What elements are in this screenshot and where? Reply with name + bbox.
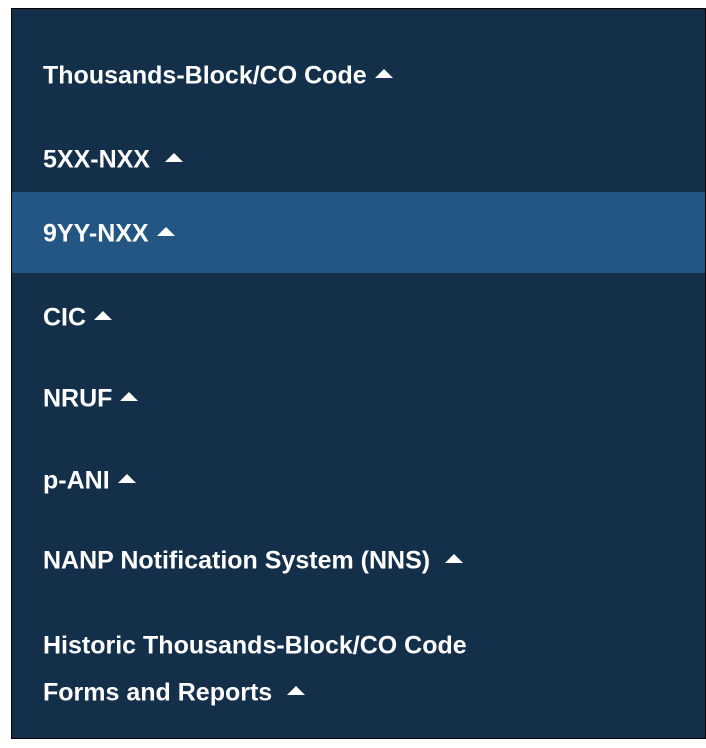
menu-item-cic[interactable]: CIC xyxy=(12,301,705,332)
caret-up-icon xyxy=(164,152,183,162)
menu-item-historic-forms[interactable]: Historic Thousands-Block/CO Code Forms a… xyxy=(12,621,705,716)
caret-up-icon xyxy=(374,68,393,78)
menu-item-label-line2: Forms and Reports xyxy=(43,678,273,707)
caret-up-icon xyxy=(287,686,306,696)
menu-item-label: 5XX-NXX xyxy=(43,145,150,174)
caret-up-icon xyxy=(120,391,139,401)
menu-item-9yy-nxx[interactable]: 9YY-NXX xyxy=(12,192,705,273)
caret-up-icon xyxy=(445,553,464,563)
menu-item-thousands-block[interactable]: Thousands-Block/CO Code xyxy=(12,59,705,90)
caret-up-icon xyxy=(156,226,175,236)
menu-item-nns[interactable]: NANP Notification System (NNS) xyxy=(12,544,705,575)
caret-up-icon xyxy=(117,473,136,483)
menu-item-label: p-ANI xyxy=(43,466,110,495)
caret-up-icon xyxy=(94,310,113,320)
menu-item-label: NANP Notification System (NNS) xyxy=(43,546,431,575)
menu-item-nruf[interactable]: NRUF xyxy=(12,382,705,413)
menu-item-p-ani[interactable]: p-ANI xyxy=(12,464,705,495)
menu-item-label: 9YY-NXX xyxy=(43,219,149,248)
nav-menu-panel: Thousands-Block/CO Code 5XX-NXX 9YY-NXX … xyxy=(11,8,706,739)
menu-item-label-line1: Historic Thousands-Block/CO Code xyxy=(43,631,467,660)
menu-item-label: NRUF xyxy=(43,384,113,413)
menu-item-label: CIC xyxy=(43,303,87,332)
menu-item-label: Thousands-Block/CO Code xyxy=(43,61,367,90)
menu-item-5xx-nxx[interactable]: 5XX-NXX xyxy=(12,143,705,174)
